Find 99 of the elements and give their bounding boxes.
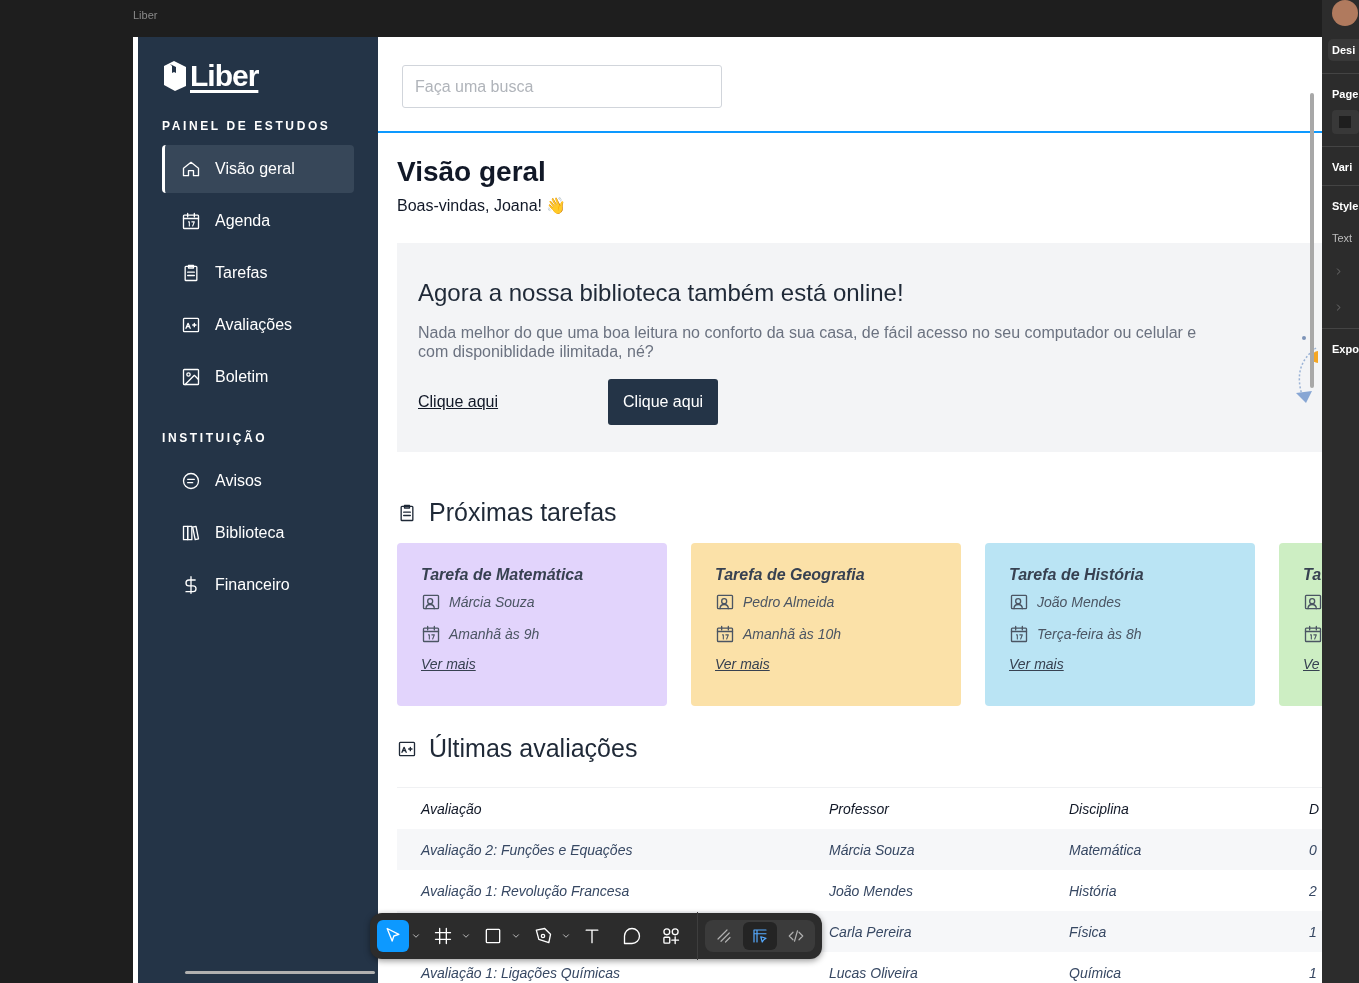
teacher-icon: [1009, 592, 1029, 612]
see-more-link[interactable]: Ver mais: [421, 656, 476, 672]
nav-item[interactable]: Biblioteca: [162, 509, 354, 557]
mode-button[interactable]: [743, 922, 777, 950]
nav-label: Agenda: [215, 212, 271, 230]
nav-label: Biblioteca: [215, 524, 285, 542]
panel-tab[interactable]: Desi: [1328, 39, 1359, 61]
shapes-icon: [660, 926, 681, 946]
caret-icon: [411, 931, 421, 941]
caret-icon: [510, 931, 521, 941]
table-cell-text: 2: [1309, 882, 1318, 899]
section-heading: Próximas tarefas: [429, 498, 617, 527]
image-icon: [181, 367, 201, 387]
table-cell-text: 0: [1309, 841, 1318, 858]
table-cell-text: Física: [1069, 923, 1108, 940]
table-cell-text: Lucas Oliveira: [829, 964, 919, 981]
calendar-icon: [715, 624, 735, 644]
panel-section-title: Page: [1331, 88, 1359, 100]
teacher-name: João Mendes: [1037, 594, 1122, 610]
task-title: Tarefa de Matemática: [421, 566, 585, 584]
banner-text: Nada melhor do que uma boa leitura no conforto da sua casa, de fácil acesso no seu computador ou celular e com disponiblidade ilimitada, né?: [418, 323, 1198, 361]
nav-item[interactable]: Avaliações: [162, 301, 354, 349]
nav-label: Tarefas: [215, 264, 268, 282]
nav-label: Boletim: [215, 368, 269, 386]
table-cell-text: Avaliação 1: Revolução Francesa: [421, 882, 631, 899]
section-heading: Últimas avaliações: [429, 734, 638, 763]
pencil-icon: [715, 927, 733, 945]
nav-item[interactable]: Tarefas: [162, 249, 354, 297]
nav-item[interactable]: Avisos: [162, 457, 354, 505]
calendar-icon: [181, 211, 201, 231]
table-cell-text: Química: [1069, 964, 1123, 981]
books-icon: [181, 523, 201, 543]
table-cell-text: João Mendes: [829, 882, 915, 899]
banner-title: Agora a nossa biblioteca também está online!: [418, 279, 905, 307]
section-title: PAINEL DE ESTUDOS: [162, 119, 332, 133]
teacher-icon: [715, 592, 735, 612]
column-header: Avaliação: [421, 800, 483, 817]
frame-icon: [432, 926, 453, 946]
table-cell-text: Carla Pereira: [829, 923, 913, 940]
avatar[interactable]: [1332, 0, 1358, 26]
nav-label: Visão geral: [215, 160, 295, 178]
code-icon: [787, 927, 805, 945]
frame-label[interactable]: Liber: [133, 8, 158, 21]
task-title: Tarefa de História: [1009, 566, 1145, 584]
column-header: D: [1309, 800, 1321, 817]
comment-icon: [621, 926, 642, 946]
column-header: Professor: [829, 800, 891, 817]
see-more-link[interactable]: Ver mais: [715, 656, 770, 672]
column-header: Disciplina: [1069, 800, 1130, 817]
tool-button[interactable]: [377, 920, 409, 952]
nav-label: Financeiro: [215, 576, 290, 594]
table-cell-text: 1: [1309, 964, 1318, 981]
table-cell-text: História: [1069, 882, 1118, 899]
caret-icon: [460, 931, 471, 941]
layout-icon: [751, 927, 769, 945]
see-more-link[interactable]: Ver mais: [1009, 656, 1064, 672]
table-cell-text: Avaliação 2: Funções e Equações: [421, 841, 634, 858]
nav-label: Avaliações: [215, 316, 293, 334]
chat-icon: [181, 471, 201, 491]
calendar-icon: [1303, 624, 1322, 644]
see-more-link[interactable]: Ve: [1303, 656, 1320, 672]
panel-label: Text: [1331, 232, 1354, 244]
task-title: Tarefa de Geografia: [715, 566, 866, 584]
panel-section-title: Style: [1331, 200, 1359, 212]
color-swatch[interactable]: [1332, 110, 1359, 134]
home-icon: [181, 159, 201, 179]
book-logo-icon: [162, 60, 188, 92]
nav-item[interactable]: Boletim: [162, 353, 354, 401]
due-date: Terça-feira às 8h: [1037, 626, 1142, 642]
table-cell-text: Matemática: [1069, 841, 1143, 858]
section-title: INSTITUIÇÃO: [162, 431, 269, 445]
table-cell-text: 1: [1309, 923, 1318, 940]
teacher-name: Pedro Almeida: [743, 594, 835, 610]
calendar-icon: [1009, 624, 1029, 644]
due-date: Amanhã às 9h: [449, 626, 540, 642]
calendar-icon: [421, 624, 441, 644]
nav-item[interactable]: Financeiro: [162, 561, 354, 609]
welcome-text: Boas-vindas, Joana! 👋: [397, 196, 568, 215]
table-cell-text: Márcia Souza: [829, 841, 916, 858]
teacher-icon: [1303, 592, 1322, 612]
table-cell-text: Avaliação 1: Ligações Químicas: [421, 964, 621, 981]
nav-label: Avisos: [215, 472, 262, 490]
task-title: Ta: [1303, 566, 1322, 584]
chevron-icon: [1334, 303, 1343, 312]
chevron-icon: [1334, 267, 1343, 276]
logo-text: Liber: [190, 59, 259, 93]
caret-icon: [560, 931, 571, 941]
grade-icon: [181, 315, 201, 335]
panel-section-title: Expo: [1331, 343, 1359, 355]
nav-item[interactable]: Visão geral: [162, 145, 354, 193]
search-field[interactable]: Faça uma busca: [402, 65, 722, 108]
teacher-name: Márcia Souza: [449, 594, 535, 610]
panel-section-title: Vari: [1331, 161, 1354, 173]
banner-button[interactable]: Clique aqui: [608, 379, 719, 425]
due-date: Amanhã às 10h: [743, 626, 842, 642]
page-title: Visão geral: [397, 156, 547, 188]
nav-item[interactable]: Agenda: [162, 197, 354, 245]
teacher-icon: [421, 592, 441, 612]
banner-link[interactable]: Clique aqui: [418, 393, 499, 411]
